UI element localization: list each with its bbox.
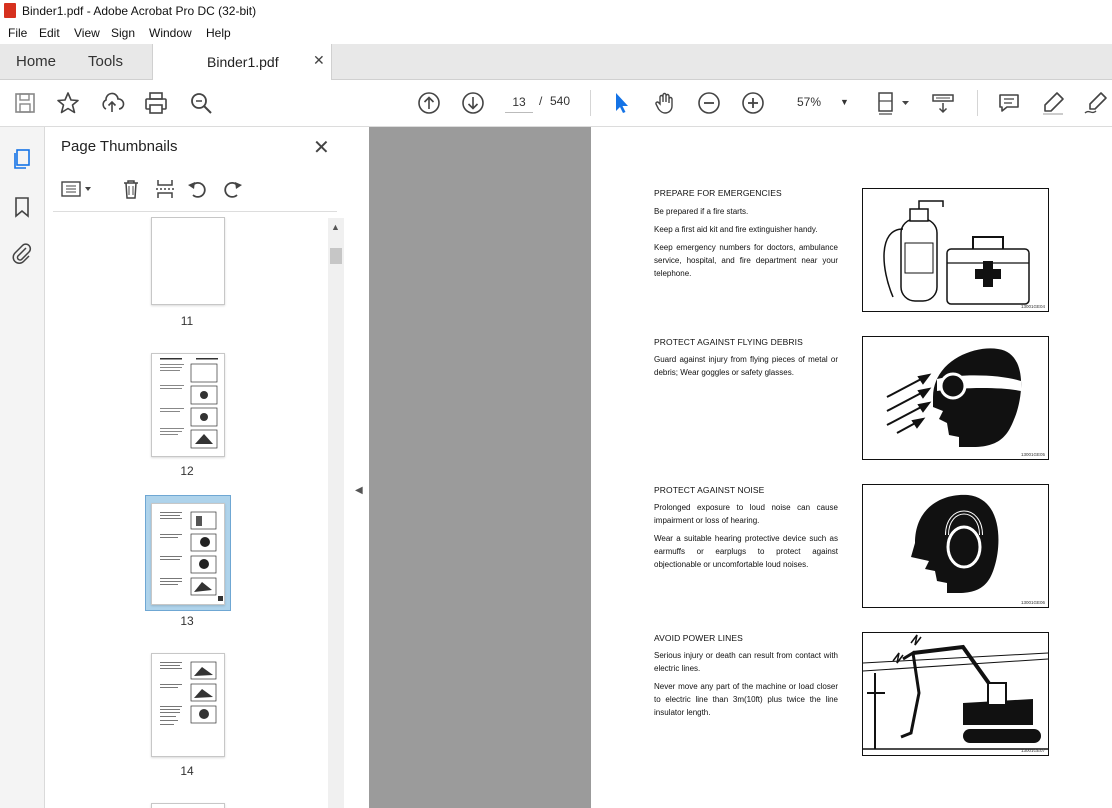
section-title-emergencies: PREPARE FOR EMERGENCIES <box>654 188 782 198</box>
menu-window[interactable]: Window <box>149 26 192 40</box>
collapse-panel-icon[interactable]: ◀ <box>355 485 363 496</box>
paragraph: Never move any part of the machine or lo… <box>654 682 838 717</box>
print-icon[interactable] <box>143 90 169 116</box>
page-up-icon[interactable] <box>416 90 442 116</box>
document-viewer[interactable]: PREPARE FOR EMERGENCIES Be prepared if a… <box>369 127 1112 808</box>
highlight-icon[interactable] <box>1040 90 1066 116</box>
upload-icon[interactable] <box>99 90 125 116</box>
acrobat-icon <box>4 3 16 18</box>
page-number-input[interactable]: 13 <box>505 92 533 113</box>
figure-code: 13001GE04 <box>1020 304 1045 309</box>
delete-page-icon[interactable] <box>119 177 143 201</box>
menu-sign[interactable]: Sign <box>111 26 135 40</box>
paragraph: Prolonged exposure to loud noise can cau… <box>654 503 838 525</box>
title-bar: Binder1.pdf - Adobe Acrobat Pro DC (32-b… <box>0 0 1112 22</box>
paragraph: Guard against injury from flying pieces … <box>654 355 838 377</box>
zoom-in-icon[interactable] <box>740 90 766 116</box>
page-thumbnails-icon[interactable] <box>10 147 34 171</box>
thumbnail-scrollbar[interactable]: ▲ <box>328 218 344 808</box>
paragraph: Keep a first aid kit and fire extinguish… <box>654 225 818 234</box>
section-title-noise: PROTECT AGAINST NOISE <box>654 485 765 495</box>
panel-toolbar <box>45 175 349 207</box>
goggles-illustration: 13001GE05 <box>862 336 1049 460</box>
close-tab-icon[interactable]: ✕ <box>313 52 325 69</box>
toolbar-divider <box>590 90 591 116</box>
fire-extinguisher-illustration: 13001GE04 <box>862 188 1049 312</box>
options-menu-icon[interactable] <box>59 177 95 201</box>
zoom-value: 57% <box>797 95 822 109</box>
section-text-flying-debris: Guard against injury from flying pieces … <box>654 353 838 384</box>
panel-title: Page Thumbnails <box>61 138 178 155</box>
comment-icon[interactable] <box>996 90 1022 116</box>
scroll-mode-icon[interactable] <box>930 90 956 116</box>
figure-code: 13001GE06 <box>1020 600 1045 605</box>
tab-document[interactable]: Binder1.pdf ✕ <box>152 44 332 80</box>
menu-help[interactable]: Help <box>206 26 231 40</box>
rotate-right-icon[interactable] <box>220 177 244 201</box>
menu-view[interactable]: View <box>74 26 100 40</box>
thumbnails-panel: Page Thumbnails ✕ 11 12 13 14 <box>45 127 349 808</box>
panel-collapse-strip: ◀ <box>350 127 369 808</box>
figure-code: 13001GE07 <box>1020 748 1045 753</box>
zoom-out-icon[interactable] <box>696 90 722 116</box>
zoom-select[interactable]: 57% ▼ <box>788 92 854 112</box>
scroll-up-icon[interactable]: ▲ <box>331 222 340 232</box>
thumbnail-label-13: 13 <box>180 614 194 628</box>
hand-icon[interactable] <box>652 90 678 116</box>
menu-file[interactable]: File <box>8 26 27 40</box>
sign-icon[interactable] <box>1083 90 1109 116</box>
scrollbar-thumb[interactable] <box>330 248 342 264</box>
tab-tools[interactable]: Tools <box>88 44 123 79</box>
paragraph: Be prepared if a fire starts. <box>654 207 749 216</box>
bookmark-icon[interactable] <box>10 195 34 219</box>
page-separator: / <box>539 94 543 108</box>
menu-edit[interactable]: Edit <box>39 26 60 40</box>
earmuffs-illustration: 13001GE06 <box>862 484 1049 608</box>
tab-bar: Home Tools Binder1.pdf ✕ <box>0 44 1112 80</box>
thumbnail-label-12: 12 <box>180 464 194 478</box>
search-icon[interactable] <box>188 90 214 116</box>
section-text-noise: Prolonged exposure to loud noise can cau… <box>654 501 838 576</box>
section-text-power-lines: Serious injury or death can result from … <box>654 649 838 724</box>
excavator-power-line-illustration: 13001GE07 <box>862 632 1049 756</box>
thumbnail-page-11[interactable] <box>151 217 225 305</box>
pdf-page: PREPARE FOR EMERGENCIES Be prepared if a… <box>591 127 1112 808</box>
window-title: Binder1.pdf - Adobe Acrobat Pro DC (32-b… <box>22 4 257 18</box>
thumbnail-label-11: 11 <box>180 314 194 328</box>
close-panel-icon[interactable]: ✕ <box>313 135 330 160</box>
thumbnail-page-14[interactable] <box>151 653 225 757</box>
page-total: 540 <box>550 94 571 108</box>
menu-bar: File Edit View Sign Window Help <box>0 22 1112 44</box>
section-title-flying-debris: PROTECT AGAINST FLYING DEBRIS <box>654 337 803 347</box>
paragraph: Wear a suitable hearing protective devic… <box>654 534 838 569</box>
extract-page-icon[interactable] <box>153 177 177 201</box>
thumbnail-page-15[interactable] <box>151 803 225 808</box>
navigation-rail <box>0 127 45 808</box>
thumbnail-label-14: 14 <box>180 764 194 778</box>
page-down-icon[interactable] <box>460 90 486 116</box>
paragraph: Keep emergency numbers for doctors, ambu… <box>654 243 838 278</box>
tab-home[interactable]: Home <box>16 44 56 79</box>
toolbar-divider <box>977 90 978 116</box>
chevron-down-icon: ▼ <box>840 97 849 107</box>
section-text-emergencies: Be prepared if a fire starts. Keep a fir… <box>654 205 838 285</box>
tab-document-label: Binder1.pdf <box>207 54 279 70</box>
paragraph: Serious injury or death can result from … <box>654 651 838 673</box>
toolbar: 13 / 540 57% ▼ <box>0 80 1112 127</box>
save-icon[interactable] <box>12 90 38 116</box>
thumbnail-list: 11 12 13 14 <box>45 217 325 808</box>
attachment-icon[interactable] <box>10 241 34 265</box>
panel-divider <box>53 211 337 212</box>
fit-page-icon[interactable] <box>875 90 911 116</box>
select-cursor-icon[interactable] <box>608 90 634 116</box>
thumbnail-page-12[interactable] <box>151 353 225 457</box>
figure-code: 13001GE05 <box>1020 452 1045 457</box>
rotate-left-icon[interactable] <box>186 177 210 201</box>
thumbnail-page-13[interactable] <box>151 503 225 605</box>
star-icon[interactable] <box>55 90 81 116</box>
section-title-power-lines: AVOID POWER LINES <box>654 633 743 643</box>
